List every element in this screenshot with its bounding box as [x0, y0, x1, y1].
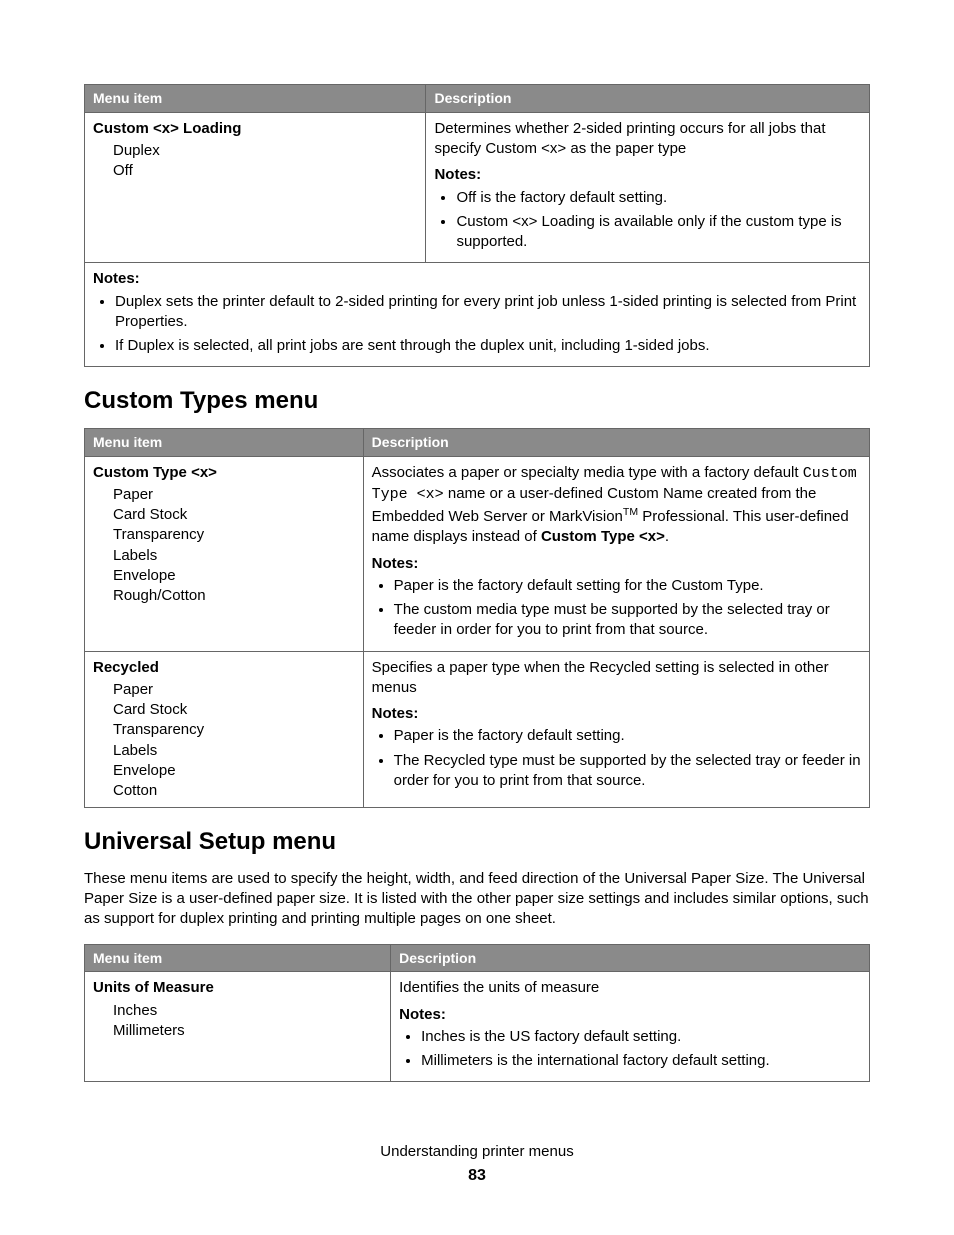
note-item: Paper is the factory default setting for… — [394, 576, 861, 596]
menu-option: Cotton — [113, 781, 355, 801]
notes-label: Notes: — [372, 704, 861, 724]
menu-item-title: Units of Measure — [93, 978, 382, 998]
table-universal-setup: Menu item Description Units of Measure I… — [84, 944, 870, 1083]
description-text: Associates a paper or specialty media ty… — [372, 463, 861, 548]
description-text: Specifies a paper type when the Recycled… — [372, 658, 861, 699]
menu-option: Paper — [113, 485, 355, 505]
note-item: The custom media type must be supported … — [394, 600, 861, 641]
intro-paragraph: These menu items are used to specify the… — [84, 869, 870, 930]
footnote-item: Duplex sets the printer default to 2-sid… — [115, 292, 861, 333]
table-footnotes-row: Notes: Duplex sets the printer default t… — [85, 263, 870, 367]
col-header-desc: Description — [426, 85, 870, 113]
note-item: Off is the factory default setting. — [456, 188, 861, 208]
menu-option: Duplex — [113, 141, 417, 161]
table-row: Recycled Paper Card Stock Transparency L… — [85, 651, 870, 808]
menu-option: Labels — [113, 741, 355, 761]
description-text: Determines whether 2-sided printing occu… — [434, 119, 861, 160]
heading-custom-types: Custom Types menu — [84, 385, 870, 417]
description-text: Identifies the units of measure — [399, 978, 861, 998]
menu-option: Card Stock — [113, 700, 355, 720]
table-row: Custom <x> Loading Duplex Off Determines… — [85, 112, 870, 263]
notes-label: Notes: — [372, 554, 861, 574]
table-custom-types: Menu item Description Custom Type <x> Pa… — [84, 428, 870, 809]
heading-universal-setup: Universal Setup menu — [84, 826, 870, 858]
menu-option: Card Stock — [113, 505, 355, 525]
note-item: Inches is the US factory default setting… — [421, 1027, 861, 1047]
menu-option: Off — [113, 161, 417, 181]
menu-option: Rough/Cotton — [113, 586, 355, 606]
note-item: Millimeters is the international factory… — [421, 1051, 861, 1071]
menu-option: Labels — [113, 546, 355, 566]
page-footer: Understanding printer menus 83 — [84, 1142, 870, 1186]
notes-label: Notes: — [93, 269, 861, 289]
col-header-menu: Menu item — [85, 85, 426, 113]
notes-label: Notes: — [434, 165, 861, 185]
note-item: Custom <x> Loading is available only if … — [456, 212, 861, 253]
menu-option: Millimeters — [113, 1021, 382, 1041]
note-item: The Recycled type must be supported by t… — [394, 751, 861, 792]
table-row: Units of Measure Inches Millimeters Iden… — [85, 972, 870, 1082]
menu-item-title: Custom <x> Loading — [93, 119, 417, 139]
col-header-desc: Description — [363, 428, 869, 456]
note-item: Paper is the factory default setting. — [394, 726, 861, 746]
footer-section-title: Understanding printer menus — [84, 1142, 870, 1162]
page-number: 83 — [84, 1165, 870, 1187]
col-header-menu: Menu item — [85, 428, 364, 456]
footnote-item: If Duplex is selected, all print jobs ar… — [115, 336, 861, 356]
table-row: Custom Type <x> Paper Card Stock Transpa… — [85, 456, 870, 651]
table-custom-loading: Menu item Description Custom <x> Loading… — [84, 84, 870, 367]
menu-item-title: Recycled — [93, 658, 355, 678]
col-header-desc: Description — [391, 944, 870, 972]
menu-option: Envelope — [113, 566, 355, 586]
menu-option: Transparency — [113, 720, 355, 740]
menu-option: Transparency — [113, 525, 355, 545]
menu-option: Inches — [113, 1001, 382, 1021]
menu-option: Paper — [113, 680, 355, 700]
menu-item-title: Custom Type <x> — [93, 463, 355, 483]
notes-label: Notes: — [399, 1005, 861, 1025]
col-header-menu: Menu item — [85, 944, 391, 972]
menu-option: Envelope — [113, 761, 355, 781]
